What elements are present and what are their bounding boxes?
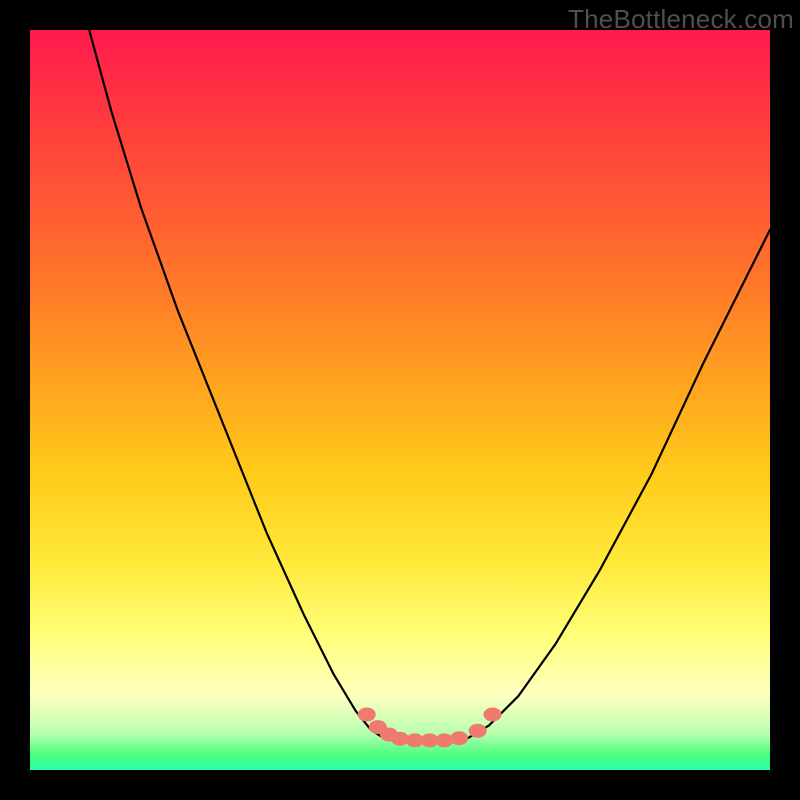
marker-group xyxy=(358,708,502,748)
highlight-marker xyxy=(484,708,502,722)
watermark-text: TheBottleneck.com xyxy=(568,4,794,35)
highlight-marker xyxy=(450,731,468,745)
plot-area xyxy=(30,30,770,770)
bottleneck-curve xyxy=(89,30,770,742)
highlight-marker xyxy=(469,724,487,738)
chart-frame: TheBottleneck.com xyxy=(0,0,800,800)
highlight-marker xyxy=(358,708,376,722)
curve-layer xyxy=(30,30,770,770)
